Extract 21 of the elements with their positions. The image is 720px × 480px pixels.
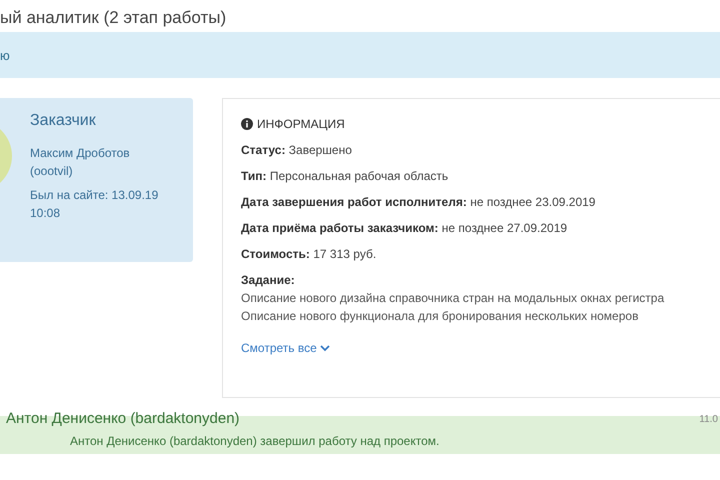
customer-heading: Заказчик [30,112,97,130]
info-heading: ИНФОРМАЦИЯ [257,117,345,131]
info-row-text: Стоимость: 17 313 руб. [241,247,378,261]
info-row-text: Дата приёма работы заказчиком: не позднее 27.09.2019 [241,221,568,235]
info-row-text: Тип: Персональная рабочая область [241,169,450,183]
chevron-down-icon [320,344,330,352]
see-all-link[interactable]: Смотреть все [241,341,330,355]
info-icon [241,118,253,130]
event-message: Антон Денисенко (bardaktonyden) завершил работу над проектом. [70,434,440,448]
task-label: Задание: [241,273,296,287]
page-title: ый аналитик (2 этап работы) [0,7,228,29]
info-row-text: Дата завершения работ исполнителя: не позднее 23.09.2019 [241,195,596,209]
customer-login: (oootvil) [30,163,74,180]
customer-name[interactable]: Максим Дроботов [30,144,173,162]
last-seen-text: Был на сайте: 13.09.19 10:08 [30,187,160,222]
event-date: 11.0 [699,414,718,425]
task-line: Описание нового функционала для бронирования нескольких номеров [241,308,640,325]
task-line: Описание нового дизайна справочника стран на модальных окнах регистра [241,290,666,307]
banner-text: ю [0,48,10,62]
event-author[interactable]: Антон Денисенко (bardaktonyden) [6,410,240,427]
info-row-text: Статус: Завершено [241,143,353,157]
